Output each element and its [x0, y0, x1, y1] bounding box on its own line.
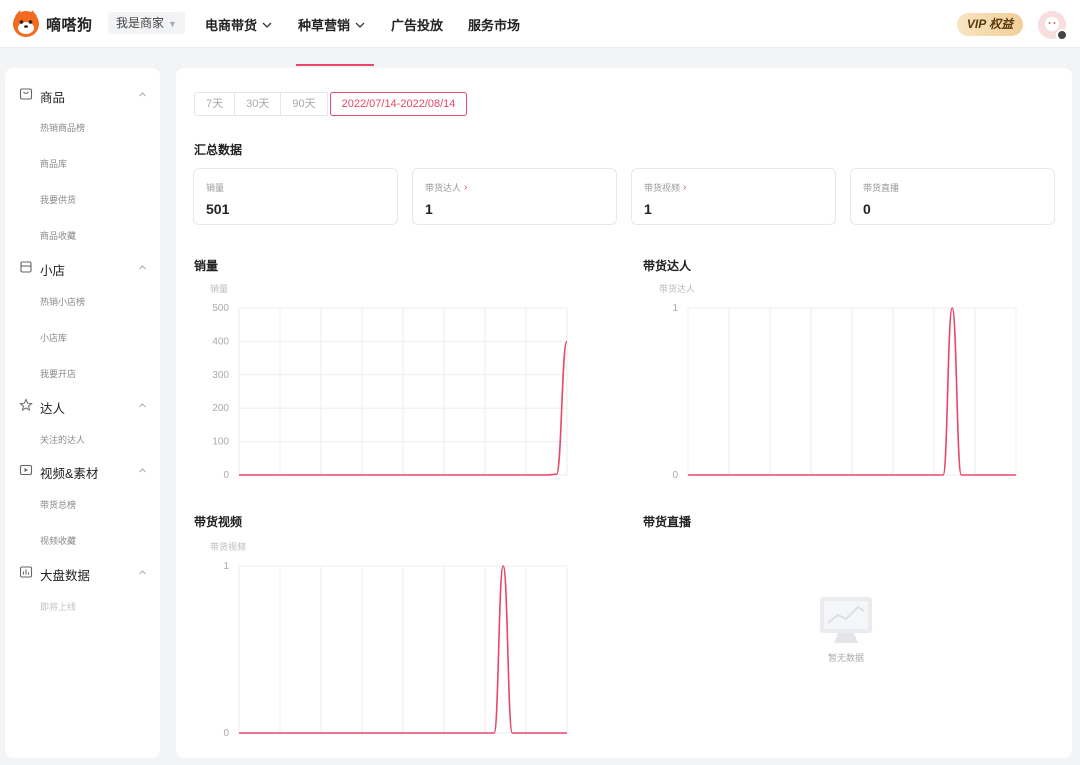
sidebar-item-store-library[interactable]: 小店库	[40, 331, 67, 344]
chevron-up-icon	[139, 468, 146, 473]
sidebar-item-open-store[interactable]: 我要开店	[40, 367, 76, 380]
range-30-days[interactable]: 30天	[234, 92, 281, 116]
chart-svg: 带货达人 0 1	[659, 283, 1017, 481]
sidebar-group-label: 达人	[40, 402, 66, 416]
stat-label: 销量	[206, 183, 225, 193]
stat-label: 带货达人	[425, 183, 462, 193]
nav-seeding-marketing[interactable]: 种草营销	[298, 15, 365, 34]
stat-label: 带货视频	[644, 183, 681, 193]
chart-title-sales: 销量	[194, 259, 219, 273]
vip-benefits-button[interactable]: VIP 权益	[957, 13, 1023, 36]
sidebar-group-label: 商品	[40, 91, 66, 105]
star-icon	[19, 398, 33, 412]
dog-logo-icon[interactable]	[10, 8, 42, 40]
chevron-right-icon[interactable]: ›	[464, 182, 467, 193]
avatar-status-badge	[1056, 29, 1068, 41]
y-axis-title: 销量	[210, 283, 228, 294]
y-tick-label: 500	[212, 303, 229, 314]
chevron-down-icon	[355, 22, 365, 28]
range-90-days[interactable]: 90天	[280, 92, 328, 116]
sidebar-group-products[interactable]: 商品	[5, 84, 160, 106]
chart-title-videos: 带货视频	[194, 515, 243, 529]
sidebar: 商品 热销商品榜 商品库 我要供货 商品收藏 小店 热销小店榜 小店库 我要开店…	[5, 68, 160, 758]
y-tick-label: 100	[212, 437, 229, 448]
chevron-down-icon	[262, 22, 272, 28]
nav-seeding-marketing-label: 种草营销	[298, 18, 351, 33]
chart-title-talents: 带货达人	[643, 259, 692, 273]
summary-title: 汇总数据	[194, 143, 243, 157]
sidebar-item-product-library[interactable]: 商品库	[40, 157, 67, 170]
range-7-days[interactable]: 7天	[194, 92, 235, 116]
chart-svg: 带货视频 0 1	[210, 541, 568, 739]
chevron-up-icon	[139, 570, 146, 575]
chevron-up-icon	[139, 92, 146, 97]
stat-value: 501	[206, 201, 230, 217]
stat-card-live: 带货直播 0	[850, 168, 1055, 225]
dashboard-icon	[19, 566, 33, 578]
chevron-right-icon[interactable]: ›	[683, 182, 686, 193]
main-content: 7天 30天 90天 2022/07/14-2022/08/14 汇总数据 销量…	[176, 68, 1072, 758]
sidebar-group-stores[interactable]: 小店	[5, 257, 160, 279]
nav-service-market[interactable]: 服务市场	[468, 15, 520, 34]
y-tick-label: 0	[223, 728, 229, 739]
y-axis-title: 带货视频	[210, 541, 246, 552]
bag-icon	[19, 88, 33, 100]
sidebar-item-hot-products[interactable]: 热销商品榜	[40, 121, 85, 134]
sidebar-group-label: 大盘数据	[40, 569, 91, 583]
stat-value: 1	[644, 201, 652, 217]
date-range-selector: 7天 30天 90天 2022/07/14-2022/08/14	[194, 92, 468, 116]
user-avatar[interactable]	[1038, 11, 1068, 41]
chart-svg: 销量 0 100 200 300 400 500	[210, 283, 568, 481]
chart-title-live: 带货直播	[643, 515, 692, 529]
talents-line-chart: 带货达人 0 1	[643, 278, 1043, 488]
sidebar-item-video-ranking[interactable]: 带货总榜	[40, 498, 76, 511]
stat-card-videos[interactable]: 带货视频 › 1	[631, 168, 836, 225]
sidebar-group-label: 小店	[40, 264, 66, 278]
empty-state-text: 暂无数据	[827, 653, 864, 663]
caret-down-icon: ▼	[168, 19, 177, 29]
nav-service-market-label: 服务市场	[468, 18, 521, 33]
sidebar-item-product-favorites[interactable]: 商品收藏	[40, 229, 76, 242]
role-selector[interactable]: 我是商家 ▼	[108, 12, 185, 34]
y-axis-title: 带货达人	[659, 283, 695, 294]
sidebar-group-videos[interactable]: 视频&素材	[5, 460, 160, 482]
stat-value: 0	[863, 201, 871, 217]
brand-name[interactable]: 嘀嗒狗	[46, 14, 93, 35]
y-tick-label: 300	[212, 370, 229, 381]
stat-card-sales: 销量 501	[193, 168, 398, 225]
store-icon	[20, 261, 32, 273]
stat-value: 1	[425, 201, 433, 217]
y-tick-label: 0	[223, 470, 229, 481]
videos-line-chart: 带货视频 0 1	[194, 534, 594, 746]
sidebar-group-talents[interactable]: 达人	[5, 395, 160, 417]
nav-advertising-label: 广告投放	[391, 18, 444, 33]
y-tick-label: 400	[212, 336, 229, 347]
y-tick-label: 200	[212, 403, 229, 414]
sidebar-item-hot-stores[interactable]: 热销小店榜	[40, 295, 85, 308]
y-tick-label: 1	[223, 561, 229, 572]
nav-advertising[interactable]: 广告投放	[391, 15, 443, 34]
nav-ecommerce-label: 电商带货	[205, 18, 258, 33]
stat-card-talents[interactable]: 带货达人 › 1	[412, 168, 617, 225]
chevron-up-icon	[139, 403, 146, 408]
live-empty-state: 暂无数据	[806, 595, 886, 664]
role-selector-label: 我是商家	[116, 16, 165, 30]
video-icon	[19, 464, 33, 476]
sidebar-item-coming-soon: 即将上线	[40, 602, 77, 612]
y-tick-label: 1	[672, 303, 678, 314]
sidebar-item-followed-talents[interactable]: 关注的达人	[40, 433, 85, 446]
range-custom-date[interactable]: 2022/07/14-2022/08/14	[329, 92, 468, 116]
sidebar-item-video-favorites[interactable]: 视频收藏	[40, 534, 76, 547]
stat-label: 带货直播	[863, 183, 900, 193]
sidebar-item-supply[interactable]: 我要供货	[40, 193, 76, 206]
sales-line-chart: 销量 0 100 200 300 400 500	[194, 278, 594, 488]
sidebar-group-label: 视频&素材	[40, 467, 99, 481]
nav-active-indicator	[296, 64, 374, 66]
top-navigation-bar: 嘀嗒狗 我是商家 ▼ 电商带货 种草营销 广告投放 服务市场 VIP 权益	[0, 0, 1080, 48]
empty-data-icon	[820, 597, 872, 643]
sidebar-group-market-data[interactable]: 大盘数据	[5, 562, 160, 584]
nav-ecommerce[interactable]: 电商带货	[205, 15, 272, 34]
y-tick-label: 0	[672, 470, 678, 481]
chevron-up-icon	[139, 265, 146, 270]
